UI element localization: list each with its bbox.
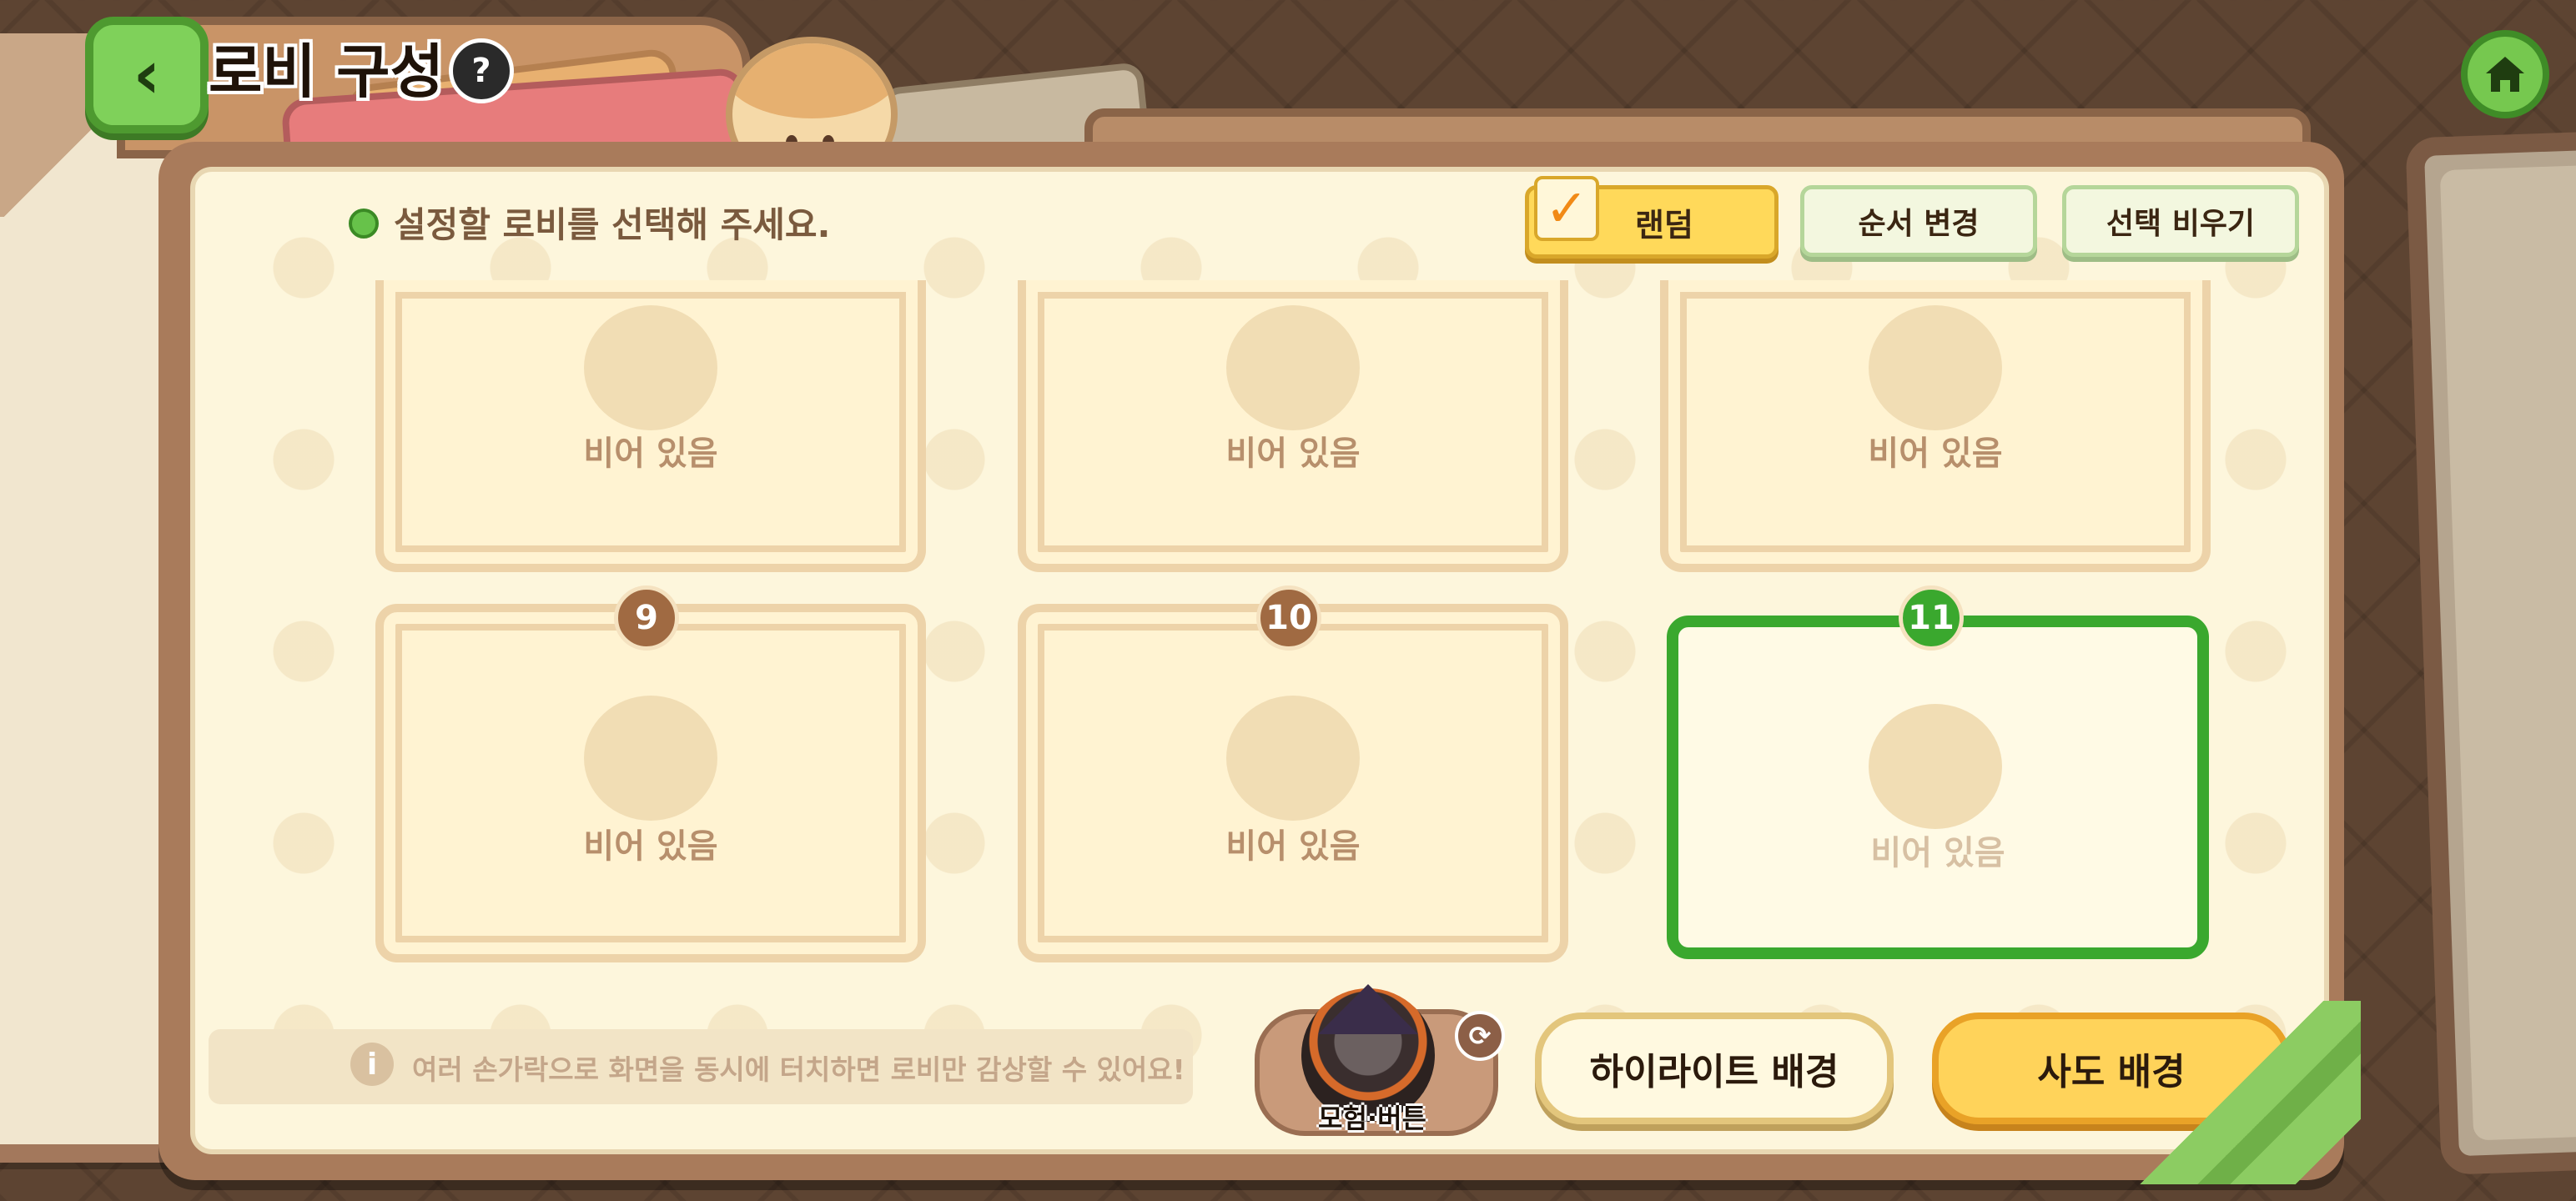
refresh-icon[interactable]: ⟳ xyxy=(1455,1011,1505,1061)
slot-empty-label: 비어 있음 xyxy=(1868,435,2003,473)
right-book-page xyxy=(2405,129,2576,1175)
placeholder-mascot-icon xyxy=(1869,704,2002,829)
slot-empty-label: 비어 있음 xyxy=(1225,435,1361,473)
character-name: 모험·버튼 xyxy=(1318,1103,1426,1134)
slot-empty-label: 비어 있음 xyxy=(583,827,718,866)
help-icon[interactable]: ? xyxy=(449,38,514,103)
random-toggle-button[interactable]: ✓ 랜덤 xyxy=(1525,176,1779,259)
checkmark-icon: ✓ xyxy=(1534,176,1599,241)
slot-empty-label: 비어 있음 xyxy=(583,435,718,473)
placeholder-mascot-icon xyxy=(584,696,717,821)
slot-empty-label: 비어 있음 xyxy=(1870,834,2005,872)
random-label: 랜덤 xyxy=(1635,206,1693,244)
page-title: 로비 구성 xyxy=(209,38,444,106)
lobby-slot-9[interactable]: 비어 있음 xyxy=(375,604,926,962)
placeholder-mascot-icon xyxy=(584,305,717,430)
back-arrow-icon: ‹ xyxy=(133,36,161,113)
highlight-background-button[interactable]: 하이라이트 배경 xyxy=(1535,1013,1894,1124)
instruction-text: 설정할 로비를 선택해 주세요. xyxy=(394,204,831,245)
tip-text: 여러 손가락으로 화면을 동시에 터치하면 로비만 감상할 수 있어요! xyxy=(412,1053,1185,1086)
change-order-button[interactable]: 순서 변경 xyxy=(1800,185,2037,257)
info-icon: i xyxy=(350,1043,394,1086)
slot-empty-label: 비어 있음 xyxy=(1225,827,1361,866)
lobby-slot-10[interactable]: 비어 있음 xyxy=(1018,604,1568,962)
slot-number-badge: 10 xyxy=(1256,585,1321,651)
placeholder-mascot-icon xyxy=(1226,696,1360,821)
lobby-slot-8[interactable]: 비어 있음 xyxy=(1660,280,2211,572)
corner-ribbon xyxy=(2136,1001,2361,1184)
status-dot-icon xyxy=(349,209,379,239)
home-button[interactable] xyxy=(2461,30,2549,118)
lobby-slot-7[interactable]: 비어 있음 xyxy=(1018,280,1568,572)
lobby-slot-11-selected[interactable]: 비어 있음 xyxy=(1667,616,2209,959)
lobby-slot-6[interactable]: 비어 있음 xyxy=(375,280,926,572)
clear-selection-button[interactable]: 선택 비우기 xyxy=(2062,185,2299,257)
home-icon xyxy=(2486,57,2524,92)
slot-number-badge: 11 xyxy=(1899,585,1964,651)
back-button[interactable]: ‹ xyxy=(85,17,209,133)
placeholder-mascot-icon xyxy=(1869,305,2002,430)
placeholder-mascot-icon xyxy=(1226,305,1360,430)
slot-number-badge: 9 xyxy=(614,585,679,651)
